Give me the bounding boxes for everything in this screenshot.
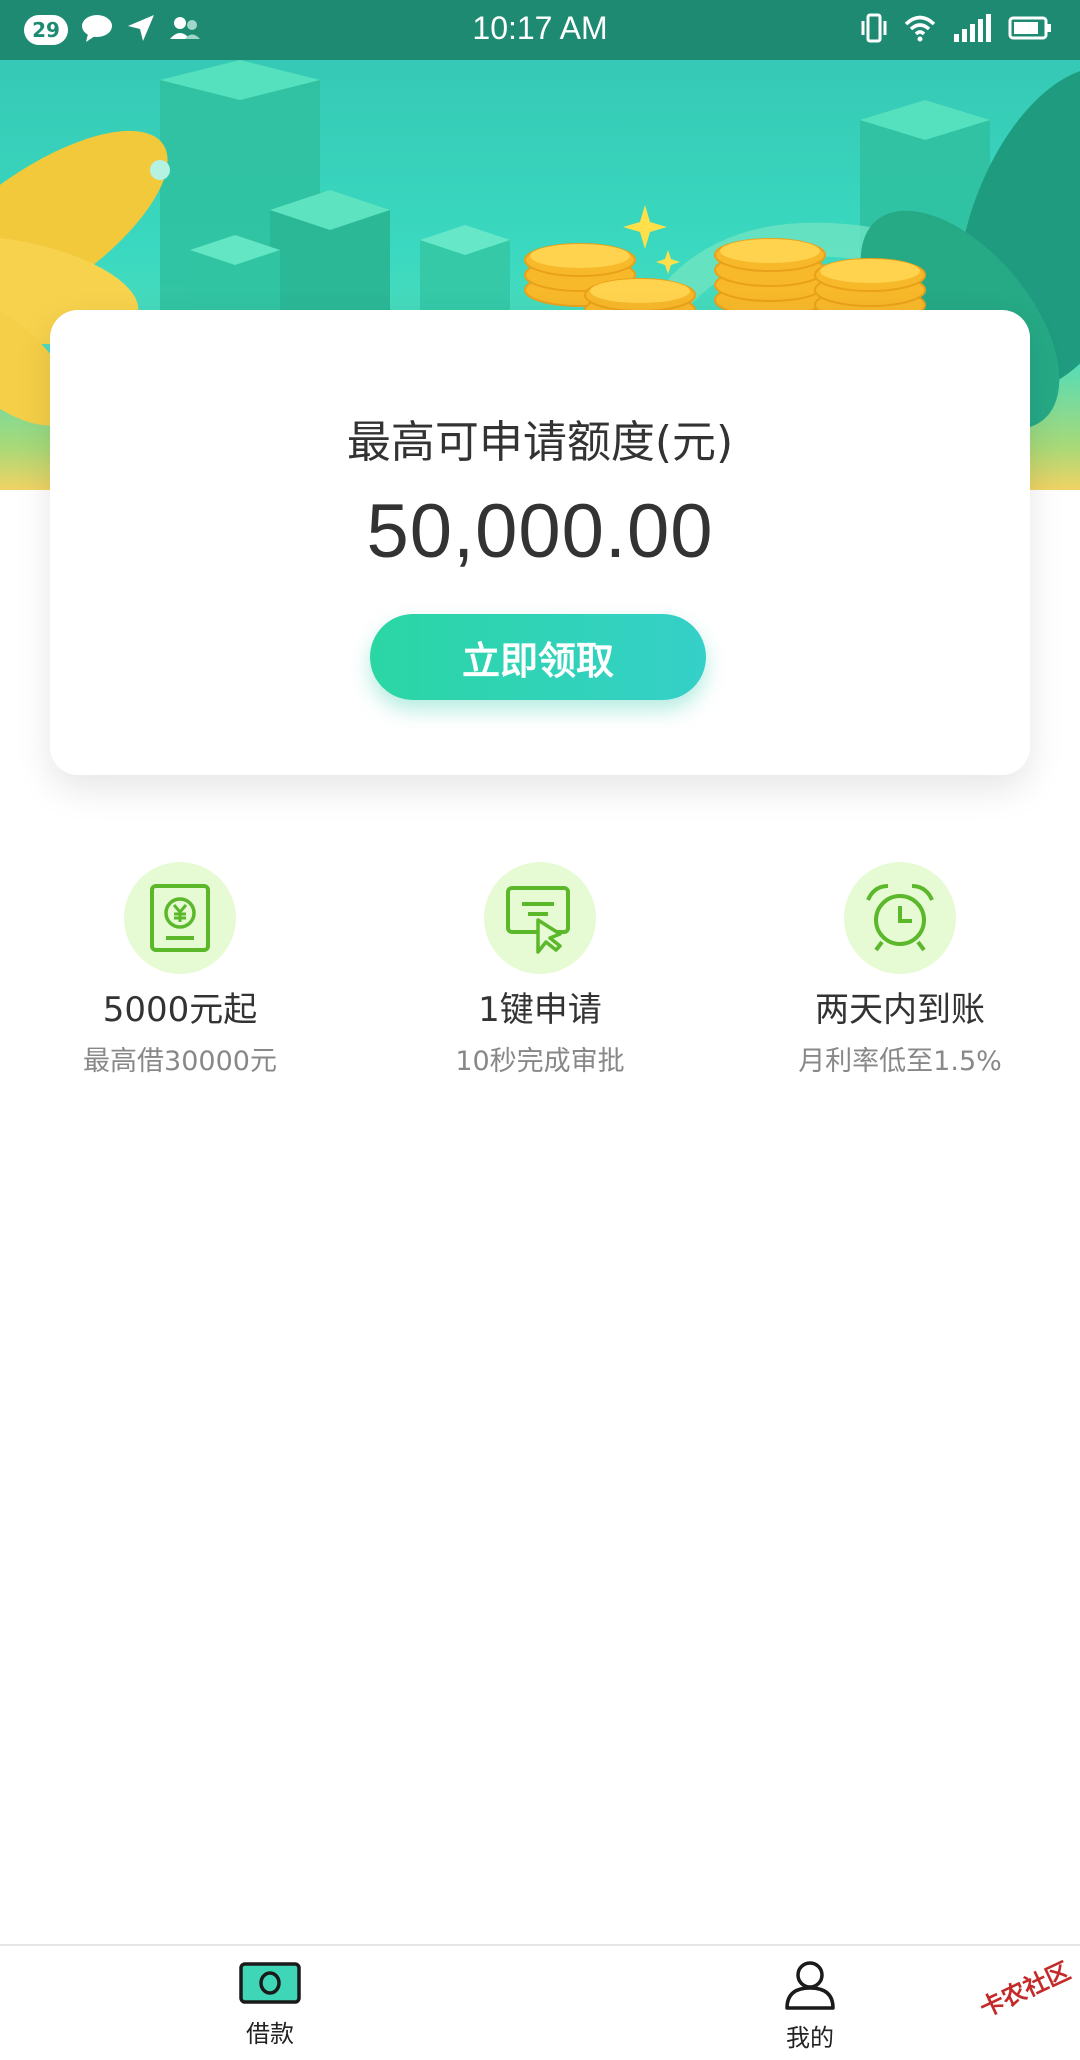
credit-limit-amount: 50,000.00: [366, 489, 714, 574]
feature-item-amount: 5000元起 最高借30000元: [30, 862, 330, 1078]
feature-subtitle: 最高借30000元: [83, 1046, 277, 1077]
bottom-nav: 借款 我的: [0, 1944, 1080, 2060]
feature-item-arrival: 两天内到账 月利率低至1.5%: [750, 862, 1050, 1078]
vibrate-icon: [860, 13, 888, 47]
feature-item-apply: 1键申请 10秒完成审批: [390, 862, 690, 1078]
nav-label: 借款: [246, 2020, 294, 2048]
status-right-icons: [860, 12, 1052, 48]
feature-title: 5000元起: [102, 990, 258, 1030]
signal-icon: [952, 14, 992, 46]
status-bar: 29 10:17 AM: [0, 0, 1080, 60]
nav-item-loan[interactable]: 借款: [200, 1960, 340, 2049]
battery-icon: [1008, 15, 1052, 45]
feature-subtitle: 月利率低至1.5%: [798, 1046, 1002, 1077]
user-icon: [783, 1961, 837, 2014]
feature-title: 两天内到账: [815, 990, 985, 1030]
credit-limit-title: 最高可申请额度(元): [346, 417, 734, 468]
feature-subtitle: 10秒完成审批: [455, 1046, 625, 1077]
alarm-clock-icon: [844, 862, 956, 974]
wifi-icon: [904, 14, 936, 46]
nav-label: 我的: [786, 2024, 834, 2052]
click-apply-icon: [484, 862, 596, 974]
cash-icon: [238, 1962, 302, 2010]
feature-title: 1键申请: [478, 990, 602, 1030]
credit-limit-card: 最高可申请额度(元) 50,000.00 立即领取: [50, 310, 1030, 775]
money-document-icon: [124, 862, 236, 974]
claim-now-button[interactable]: 立即领取: [370, 614, 706, 700]
nav-item-mine[interactable]: 我的: [740, 1960, 880, 2053]
feature-list: 5000元起 最高借30000元 1键申请 10秒完成审批 两天内到账 月利率低…: [0, 862, 1080, 1077]
